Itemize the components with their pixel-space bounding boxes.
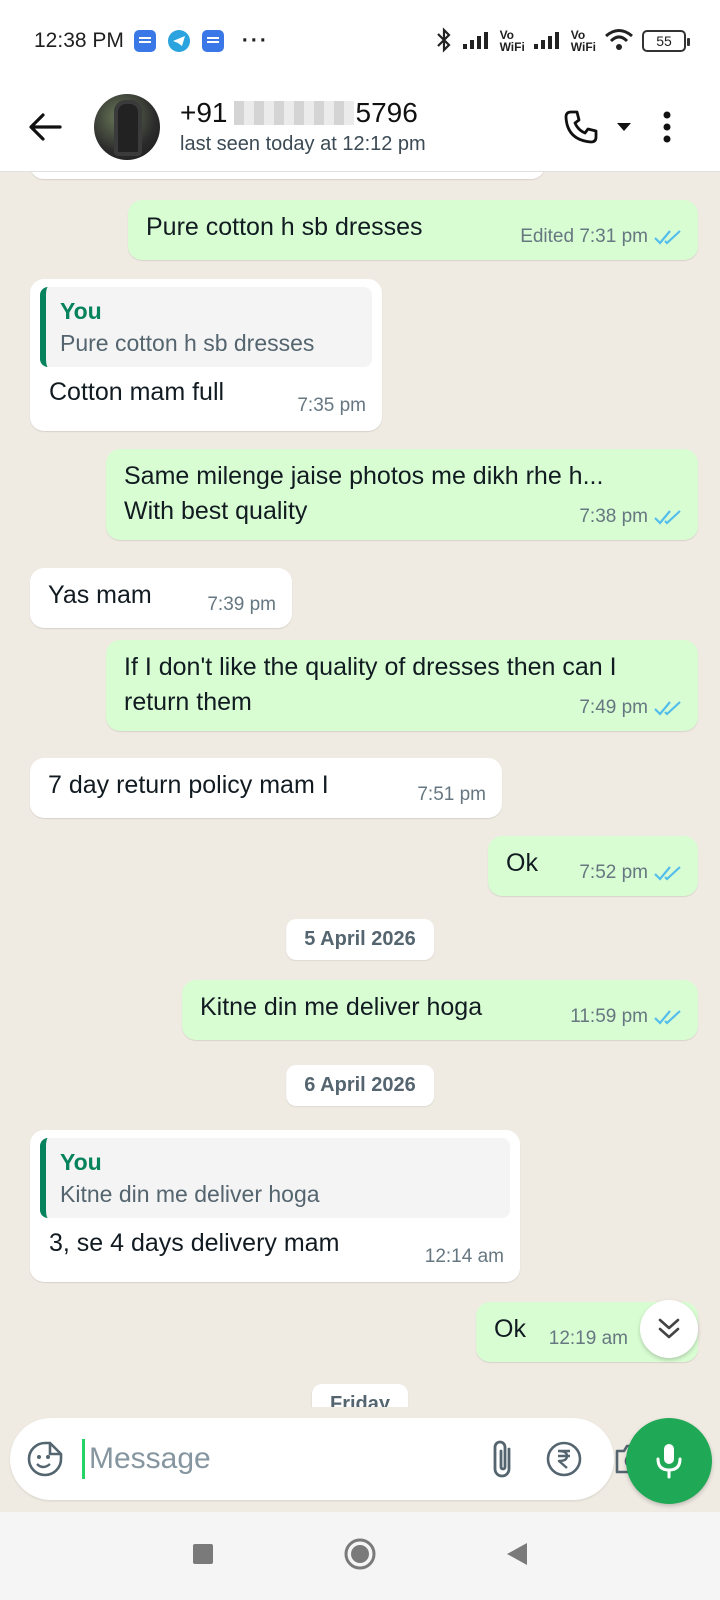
contact-info[interactable]: +91 5796 last seen today at 12:12 pm <box>180 97 426 156</box>
message-meta: 7:49 pm <box>579 690 682 725</box>
double-tick-icon <box>654 700 681 716</box>
date-separator: Friday <box>311 1384 409 1407</box>
status-bar: 12:38 PM ··· Vo WiFi Vo WiFi 55 <box>0 0 720 82</box>
voice-call-button[interactable] <box>556 102 606 152</box>
message-meta: 7:38 pm <box>579 499 682 534</box>
message-time: 12:14 am <box>424 1246 504 1267</box>
message-time: 12:19 am <box>548 1328 628 1349</box>
message-bubble-outgoing[interactable]: Same milenge jaise photos me dikh rhe h.… <box>106 449 698 540</box>
signal-icon-2 <box>533 30 563 53</box>
message-text: If I don't like the quality of dresses t… <box>124 653 617 716</box>
contact-avatar[interactable] <box>94 93 160 160</box>
vowifi-badge-2: Vo WiFi <box>570 28 596 54</box>
message-time: 7:38 pm <box>579 506 648 527</box>
date-separator: 5 April 2026 <box>286 919 434 960</box>
kebab-menu-icon <box>663 111 671 142</box>
header-actions <box>556 102 720 152</box>
back-button[interactable] <box>0 82 90 172</box>
double-tick-icon <box>654 509 681 525</box>
recents-button[interactable] <box>191 1542 215 1571</box>
message-bubble-outgoing[interactable]: Ok 7:52 pm <box>488 836 698 896</box>
quoted-author: You <box>60 1149 102 1175</box>
attach-button[interactable] <box>489 1434 517 1484</box>
message-text: Ok <box>494 1315 526 1343</box>
message-bubble-incoming[interactable]: You Pure cotton h sb dresses Cotton mam … <box>30 279 382 431</box>
message-text: Same milenge jaise photos me dikh rhe h.… <box>124 462 604 525</box>
caret-down-icon <box>617 122 631 131</box>
voice-message-button[interactable] <box>626 1418 712 1504</box>
contact-name: +91 5796 <box>180 97 418 128</box>
payment-button[interactable] <box>545 1434 583 1484</box>
double-chevron-down-icon <box>658 1318 680 1339</box>
message-bubble-incoming[interactable]: Yas mam 7:39 pm <box>30 568 292 628</box>
triangle-back-icon <box>507 1542 527 1565</box>
message-bubble-outgoing[interactable]: Kitne din me deliver hoga 11:59 pm <box>182 980 698 1040</box>
message-bubble-incoming[interactable]: 7 day return policy mam I 7:51 pm <box>30 758 502 818</box>
message-bubble-incoming[interactable]: You Kitne din me deliver hoga 3, se 4 da… <box>30 1130 520 1282</box>
quoted-text: Kitne din me deliver hoga <box>60 1181 320 1207</box>
redacted-number <box>233 101 354 125</box>
double-tick-icon <box>654 865 681 881</box>
messages-app-icon <box>133 30 156 52</box>
status-icons: Vo WiFi Vo WiFi 55 <box>434 26 690 56</box>
call-options-dropdown[interactable] <box>612 102 636 152</box>
message-composer <box>10 1418 649 1500</box>
rupee-icon <box>546 1441 582 1477</box>
message-bubble-outgoing[interactable]: If I don't like the quality of dresses t… <box>106 640 698 731</box>
message-text: 7 day return policy mam I <box>48 771 329 799</box>
square-icon <box>193 1543 213 1564</box>
more-options-button[interactable] <box>642 102 692 152</box>
quoted-message[interactable]: You Kitne din me deliver hoga <box>40 1138 510 1218</box>
battery-icon: 55 <box>642 30 690 52</box>
sticker-icon <box>27 1441 63 1477</box>
bluetooth-icon <box>434 26 454 56</box>
microphone-icon <box>656 1444 682 1479</box>
quoted-text: Pure cotton h sb dresses <box>60 330 315 356</box>
message-text: Pure cotton h sb dresses <box>146 213 423 241</box>
message-time: 7:51 pm <box>417 784 486 805</box>
vowifi-badge-1: Vo WiFi <box>499 28 525 54</box>
system-navigation-bar <box>0 1512 720 1600</box>
quoted-author: You <box>60 298 102 324</box>
message-text: Ok <box>506 849 538 877</box>
message-meta: Edited 7:31 pm <box>520 219 682 254</box>
home-button[interactable] <box>343 1537 377 1576</box>
circle-icon <box>344 1538 376 1569</box>
message-bubble-outgoing[interactable]: Pure cotton h sb dresses Edited 7:31 pm <box>128 200 698 260</box>
sticker-button[interactable] <box>26 1434 64 1484</box>
phone-icon <box>564 110 598 143</box>
telegram-icon <box>167 30 190 52</box>
date-separator: 6 April 2026 <box>286 1065 434 1106</box>
chat-header: +91 5796 last seen today at 12:12 pm <box>0 82 720 172</box>
message-input[interactable] <box>82 1439 475 1479</box>
message-text: Yas mam <box>48 581 152 609</box>
message-text: Kitne din me deliver hoga <box>200 993 483 1021</box>
signal-icon-1 <box>462 30 492 53</box>
chat-area[interactable]: Pure cotton h sb dresses Edited 7:31 pm … <box>0 172 720 1407</box>
double-tick-icon <box>654 229 681 245</box>
message-meta: 12:19 am <box>549 1321 628 1356</box>
status-time: 12:38 PM <box>34 29 124 52</box>
previous-message-edge <box>30 172 545 179</box>
arrow-left-icon <box>29 112 62 141</box>
last-seen-status: last seen today at 12:12 pm <box>180 133 426 155</box>
scroll-to-bottom-button[interactable] <box>640 1300 698 1358</box>
message-meta: 11:59 pm <box>570 999 682 1034</box>
message-time: 11:59 pm <box>570 1006 648 1027</box>
message-time: 7:49 pm <box>579 697 648 718</box>
back-nav-button[interactable] <box>505 1541 529 1572</box>
paperclip-icon <box>493 1440 511 1478</box>
messages-app-icon-2 <box>201 30 224 52</box>
message-time: 7:35 pm <box>297 395 366 416</box>
message-time: Edited 7:31 pm <box>520 226 648 247</box>
quoted-message[interactable]: You Pure cotton h sb dresses <box>40 287 372 367</box>
more-notifications-indicator: ··· <box>241 29 269 52</box>
message-time: 7:39 pm <box>207 594 276 615</box>
message-meta: 7:52 pm <box>579 855 682 890</box>
wifi-icon <box>604 28 634 55</box>
message-time: 7:52 pm <box>579 862 648 883</box>
double-tick-icon <box>654 1009 681 1025</box>
